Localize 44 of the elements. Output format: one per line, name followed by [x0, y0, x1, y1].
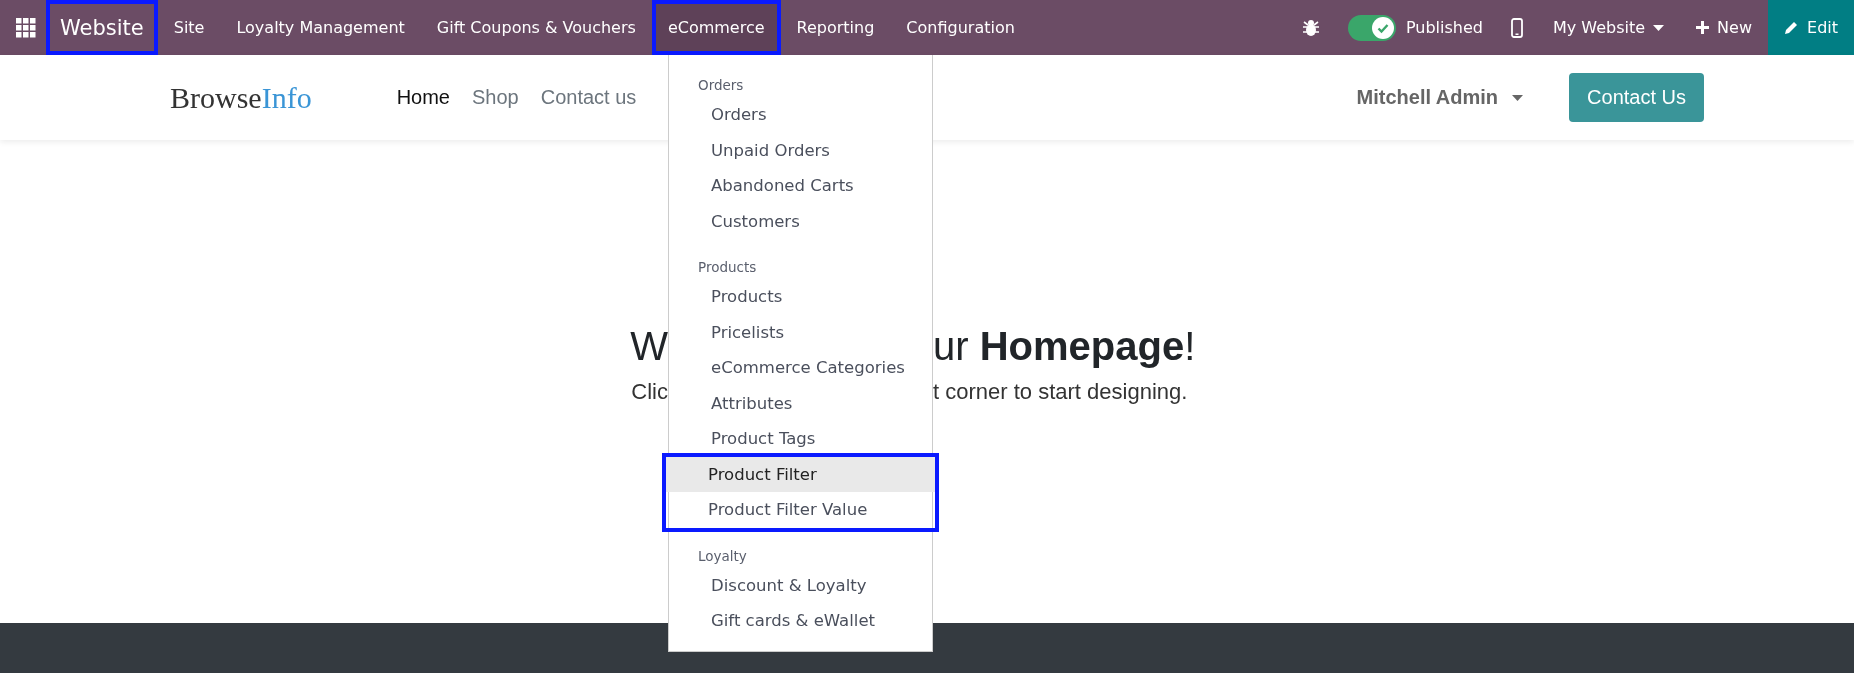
new-button[interactable]: New [1680, 0, 1768, 55]
menu-item[interactable]: Product Filter Value [666, 492, 935, 528]
menu-tab[interactable]: Reporting [780, 0, 891, 55]
nav-link[interactable]: Contact us [540, 86, 637, 109]
subtitle: Clic [631, 379, 668, 405]
bug-icon[interactable] [1301, 18, 1320, 37]
caret-icon [1512, 94, 1524, 101]
mobile-phone-icon[interactable] [1510, 17, 1523, 38]
app-name[interactable]: Website [46, 0, 158, 55]
user-menu[interactable]: Mitchell Admin [1356, 86, 1524, 109]
menu-item[interactable]: Product Filter [666, 456, 935, 492]
menu-tab[interactable]: Site [157, 0, 221, 55]
menu-tab[interactable]: Configuration [890, 0, 1031, 55]
caret-icon [1653, 24, 1665, 31]
edit-button[interactable]: Edit [1768, 0, 1854, 55]
menu-item[interactable]: Product Tags [669, 421, 932, 457]
plus-icon [1696, 21, 1710, 34]
nav-link[interactable]: Home [396, 86, 450, 109]
website-switcher[interactable]: My Website [1536, 0, 1681, 55]
nav-link[interactable]: Shop [472, 86, 519, 109]
section-header: Loyalty [697, 546, 748, 566]
headline: W [630, 324, 668, 369]
contact-us-button[interactable]: Contact Us [1569, 73, 1704, 122]
pencil-icon [1784, 20, 1799, 35]
menu-item[interactable]: Unpaid Orders [669, 132, 932, 168]
section-header: Orders [697, 76, 745, 95]
toggle-switch[interactable] [1347, 14, 1396, 41]
subtitle: t corner to start designing. [933, 379, 1189, 405]
menu-item[interactable]: Products [669, 279, 932, 315]
menu-item[interactable]: Customers [669, 203, 932, 239]
menu-item[interactable]: Attributes [669, 385, 932, 421]
menu-item[interactable]: Gift cards & eWallet [669, 603, 932, 639]
section-header: Products [697, 258, 758, 277]
menu-tab[interactable]: Loyalty Management [220, 0, 421, 55]
menu-item[interactable]: Discount & Loyalty [669, 567, 932, 603]
menu-tab[interactable]: Gift Coupons & Vouchers [420, 0, 652, 55]
menu-item[interactable]: eCommerce Categories [669, 350, 932, 386]
menu-item[interactable]: Orders [669, 97, 932, 133]
menu-item[interactable]: Pricelists [669, 314, 932, 350]
published-label: Published [1405, 18, 1483, 37]
headline: ur Homepage! [933, 324, 1197, 369]
menu-item[interactable]: Abandoned Carts [669, 168, 932, 204]
site-logo[interactable]: BrowseInfo [170, 80, 312, 115]
menu-tab[interactable]: eCommerce [651, 0, 781, 55]
